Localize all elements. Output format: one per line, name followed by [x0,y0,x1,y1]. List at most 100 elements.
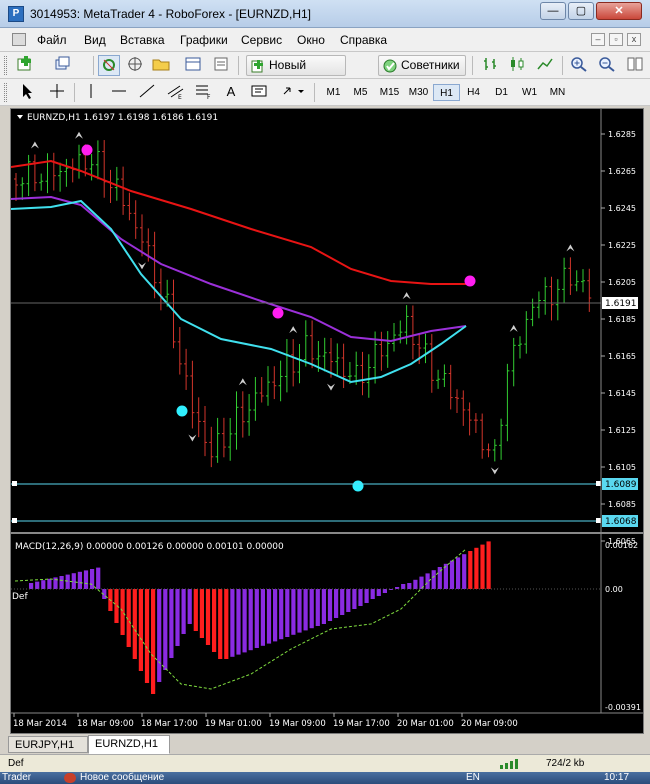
macd-tick-label: 0.00 [605,585,623,594]
expert-advisors-button[interactable]: Советники [378,55,466,76]
macd-bar [151,589,156,694]
taskbar-item-message[interactable]: Новое сообщение [60,772,164,783]
horizontal-line-icon[interactable] [108,82,130,103]
timeframe-d1[interactable]: D1 [488,84,515,101]
timeframe-h4[interactable]: H4 [460,84,487,101]
menu-window[interactable]: Окно [297,33,325,47]
timeframe-m1[interactable]: M1 [320,84,347,101]
menu-tools[interactable]: Сервис [241,33,282,47]
menu-insert[interactable]: Вставка [120,33,165,47]
toolbar-grip[interactable] [4,56,7,75]
hline-handle-left[interactable] [12,481,17,486]
macd-bar [132,589,137,659]
new-chart-icon[interactable] [14,55,36,76]
toolbar-grip[interactable] [4,83,7,102]
macd-bar [334,589,339,618]
tab-eurjpy[interactable]: EURJPY,H1 [8,736,88,753]
hline-handle-left[interactable] [12,518,17,523]
macd-histogram [29,541,491,694]
new-order-button[interactable]: Новый Ордер [246,55,346,91]
time-tick-label: 18 Mar 17:00 [141,719,198,729]
svg-text:F: F [207,94,211,100]
time-tick-label: 19 Mar 17:00 [333,719,390,729]
price-chart[interactable]: 1.6285 1.6265 1.6245 1.6225 1.6205 1.6185 1.61… [11,109,643,733]
macd-bar [65,574,70,589]
macd-tick-label: -0.00391 [605,703,641,712]
macd-bar [138,589,143,671]
timeframe-m15[interactable]: M15 [376,84,403,101]
terminal-icon[interactable] [182,55,204,76]
signal-dot [464,275,476,287]
traffic-indicator: 724/2 kb [546,758,585,769]
timeframe-m30[interactable]: M30 [405,84,432,101]
taskbar-item-trader[interactable]: Trader [2,772,31,783]
symbol-menu-icon[interactable] [17,115,23,119]
menu-view[interactable]: Вид [84,33,106,47]
tester-icon[interactable] [210,55,232,76]
macd-bar [144,589,150,683]
hline-upper-label: 1.6089 [605,480,637,490]
macd-bar [382,589,387,593]
macd-tick-label: 0.00162 [605,541,638,550]
text-label-icon[interactable] [248,82,270,103]
profiles-icon[interactable] [52,55,74,76]
hline-upper-label-box: 1.6089 [602,478,638,490]
zoom-in-icon[interactable] [568,55,590,76]
menu-charts[interactable]: Графики [180,33,228,47]
arrows-dropdown-icon[interactable] [280,82,304,103]
fibonacci-icon[interactable]: F [192,82,214,103]
macd-bar [273,589,278,642]
chart-window[interactable]: 1.6285 1.6265 1.6245 1.6225 1.6205 1.6185 1.61… [10,108,644,734]
equidistant-channel-icon[interactable]: E [164,82,186,103]
vertical-line-icon[interactable] [80,82,102,103]
tile-windows-icon[interactable] [624,55,646,76]
navigator-icon[interactable] [124,55,146,76]
mdi-restore-button[interactable]: ▫ [609,33,623,46]
ma-slow-red-line [11,159,466,285]
maximize-button[interactable]: ▢ [568,2,594,20]
svg-text:E: E [178,94,182,100]
macd-bar [187,589,192,624]
hline-handle-right[interactable] [596,518,601,523]
minimize-button[interactable]: — [540,2,566,20]
menu-bar: Файл Вид Вставка Графики Сервис Окно Спр… [0,28,650,52]
fractal-up-icon [238,378,247,386]
os-taskbar: Trader Новое сообщение EN 10:17 [0,772,650,784]
timeframe-h1[interactable]: H1 [433,84,460,101]
crosshair-icon[interactable] [46,82,68,103]
mdi-minimize-button[interactable]: – [591,33,605,46]
macd-axis: 0.00162 0.00 -0.00391 [605,541,641,712]
menu-help[interactable]: Справка [340,33,387,47]
market-watch-icon[interactable] [98,55,120,76]
hline-handle-right[interactable] [596,481,601,486]
new-order-icon [251,59,265,73]
timeframe-mn[interactable]: MN [544,84,571,101]
macd-bar [96,567,101,589]
language-indicator[interactable]: EN [466,772,480,783]
close-button[interactable]: ✕ [596,2,642,20]
time-tick-label: 19 Mar 09:00 [269,719,326,729]
price-tick-label: 1.6145 [608,389,636,398]
price-tick-label: 1.6265 [608,167,636,176]
zoom-out-icon[interactable] [596,55,618,76]
tab-eurnzd[interactable]: EURNZD,H1 [88,735,170,754]
text-tool-icon[interactable]: A [220,82,242,103]
time-tick-label: 18 Mar 2014 [13,719,67,729]
advisors-icon [383,59,397,73]
trendline-icon[interactable] [136,82,158,103]
bar-chart-icon[interactable] [480,55,502,76]
timeframe-m5[interactable]: M5 [347,84,374,101]
mdi-close-button[interactable]: x [627,33,641,46]
macd-bar [157,589,162,682]
hline-lower-label: 1.6068 [605,517,637,527]
timeframe-w1[interactable]: W1 [516,84,543,101]
menu-file[interactable]: Файл [37,33,67,47]
line-chart-icon[interactable] [534,55,556,76]
macd-bar [456,557,461,589]
folder-icon[interactable] [150,55,172,76]
chart-window-icon[interactable] [12,33,26,46]
price-tick-label: 1.6105 [608,463,636,472]
cursor-icon[interactable] [16,82,38,103]
macd-bar [29,583,34,589]
candles-icon[interactable] [506,55,528,76]
